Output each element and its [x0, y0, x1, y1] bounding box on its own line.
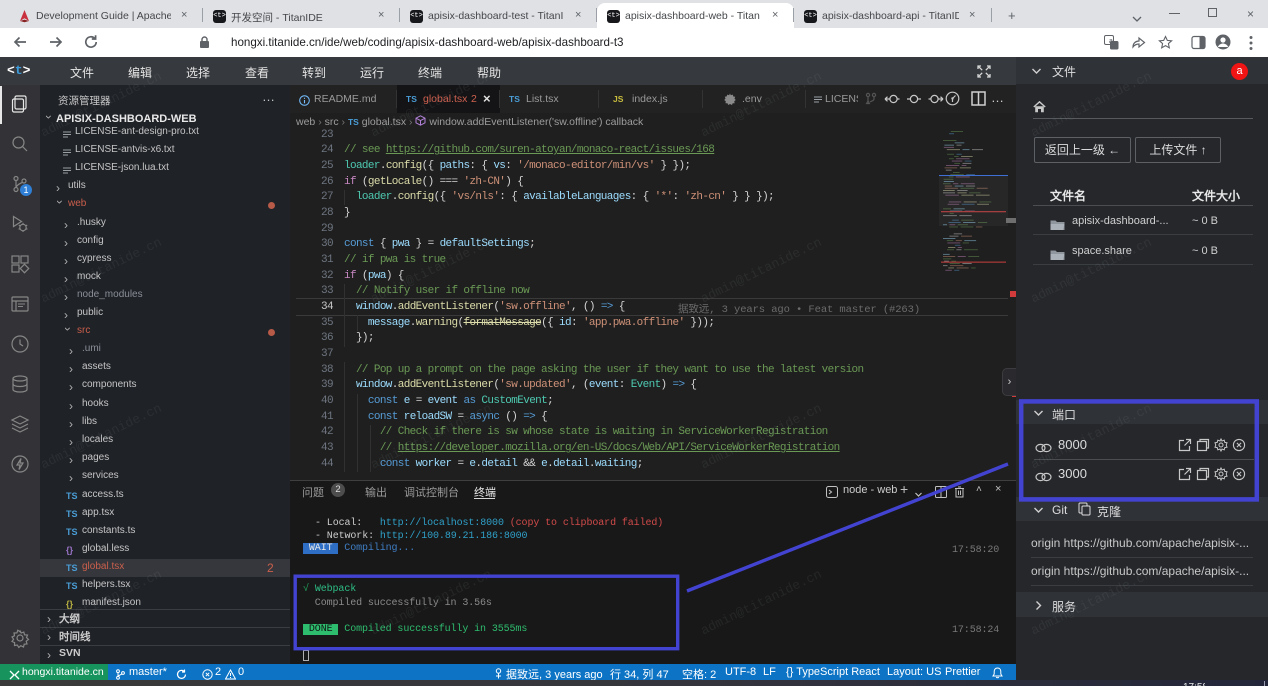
- svg-text:a: a: [1109, 38, 1113, 45]
